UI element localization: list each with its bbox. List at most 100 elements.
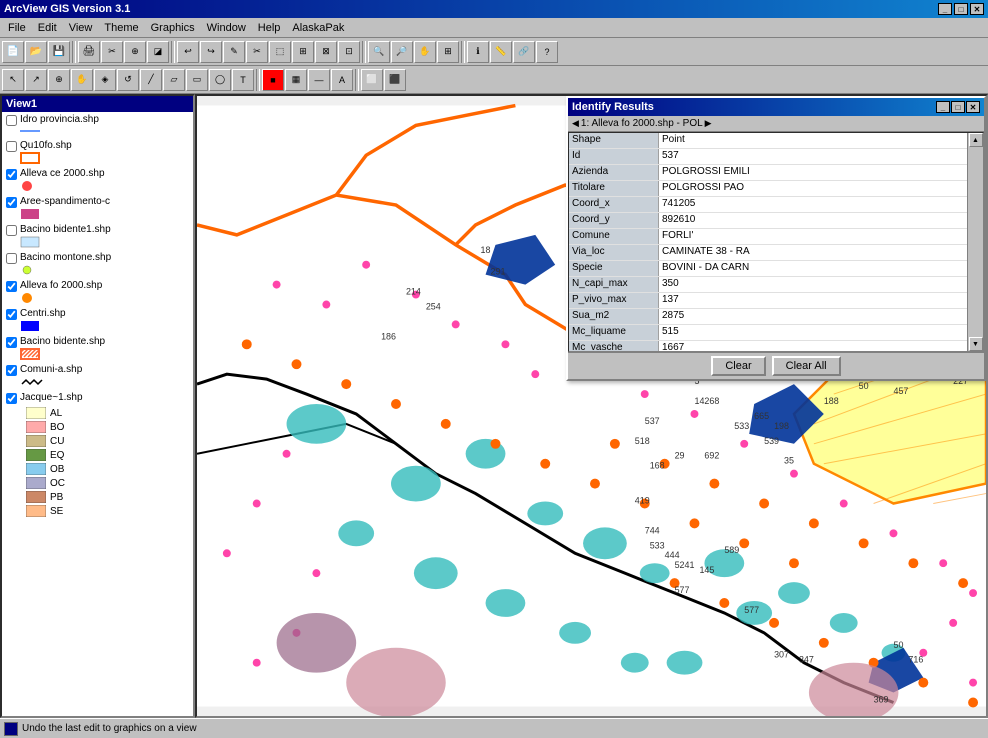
tool4[interactable]: ◪: [147, 41, 169, 63]
new-btn[interactable]: 📄: [2, 41, 24, 63]
pointer-btn[interactable]: ↗: [25, 69, 47, 91]
layer-checkbox-aree[interactable]: [6, 197, 17, 208]
save-btn[interactable]: 💾: [48, 41, 70, 63]
layer-checkbox-alleva-ce[interactable]: [6, 169, 17, 180]
tool8[interactable]: ✂: [246, 41, 268, 63]
layer-alleva-ce[interactable]: Alleva ce 2000.shp: [2, 166, 193, 194]
svg-text:539: 539: [764, 436, 779, 446]
menu-file[interactable]: File: [2, 21, 32, 35]
jacque-ob-label: OB: [50, 464, 64, 475]
svg-text:716: 716: [908, 655, 923, 665]
identify-minimize[interactable]: _: [936, 101, 950, 113]
clear-all-button[interactable]: Clear All: [772, 356, 841, 376]
menu-theme[interactable]: Theme: [98, 21, 144, 35]
layer-centri[interactable]: Centri.shp: [2, 306, 193, 334]
identify-maximize[interactable]: □: [951, 101, 965, 113]
svg-text:744: 744: [645, 525, 660, 535]
color-btn[interactable]: ■: [262, 69, 284, 91]
fill-btn[interactable]: ▦: [285, 69, 307, 91]
identify-btn[interactable]: ℹ: [467, 41, 489, 63]
map-area[interactable]: 18 291 214 254 186 3 720 5 335 5 14268 5…: [195, 94, 988, 718]
layer-qu10fo[interactable]: Qu10fo.shp: [2, 138, 193, 166]
tool7[interactable]: ✎: [223, 41, 245, 63]
tool12[interactable]: ⊡: [338, 41, 360, 63]
draw-poly-btn[interactable]: ▱: [163, 69, 185, 91]
app-title: ArcView GIS Version 3.1: [4, 3, 130, 15]
layer-checkbox-jacque[interactable]: [6, 393, 17, 404]
layer-aree-spandimento[interactable]: Aree-spandimento-c: [2, 194, 193, 222]
layer-checkbox-centri[interactable]: [6, 309, 17, 320]
svg-text:291: 291: [491, 267, 506, 277]
measure-btn[interactable]: 📏: [490, 41, 512, 63]
sep3: [362, 41, 366, 63]
view-title: View1: [2, 96, 193, 112]
tool3[interactable]: ⊕: [124, 41, 146, 63]
layer-bacino-bidente1[interactable]: Bacino bidente1.shp: [2, 222, 193, 250]
scroll-down[interactable]: ▼: [969, 337, 983, 351]
tool2[interactable]: ✂: [101, 41, 123, 63]
layer-comuni[interactable]: Comuni-a.shp: [2, 362, 193, 390]
print-btn[interactable]: 🖨: [78, 41, 100, 63]
query-btn[interactable]: ?: [536, 41, 558, 63]
layer-idro-provincia[interactable]: Idro provincia.shp: [2, 112, 193, 138]
identify-table-scroll[interactable]: Shape Point Id 537 Azienda POLGROSSI EMI…: [569, 133, 967, 351]
layer-checkbox-montone[interactable]: [6, 253, 17, 264]
tool11[interactable]: ⊠: [315, 41, 337, 63]
zoom2-btn[interactable]: ⊕: [48, 69, 70, 91]
vertex-btn[interactable]: ◈: [94, 69, 116, 91]
menu-graphics[interactable]: Graphics: [145, 21, 201, 35]
draw-circle-btn[interactable]: ◯: [209, 69, 231, 91]
menu-view[interactable]: View: [63, 21, 99, 35]
layer-checkbox-comuni[interactable]: [6, 365, 17, 376]
tool9[interactable]: ⬚: [269, 41, 291, 63]
sep5: [256, 69, 260, 91]
tool5[interactable]: ↩: [177, 41, 199, 63]
menu-window[interactable]: Window: [201, 21, 252, 35]
maximize-btn[interactable]: □: [954, 3, 968, 15]
layer-jacque[interactable]: Jacque~1.shp: [2, 390, 193, 406]
layer-checkbox-idro[interactable]: [6, 115, 17, 126]
scroll-up[interactable]: ▲: [969, 133, 983, 147]
font-btn[interactable]: A: [331, 69, 353, 91]
tool6[interactable]: ↪: [200, 41, 222, 63]
draw-line-btn[interactable]: ╱: [140, 69, 162, 91]
group-btn[interactable]: ⬜: [361, 69, 383, 91]
layer-alleva-fo[interactable]: Alleva fo 2000.shp: [2, 278, 193, 306]
tool10[interactable]: ⊞: [292, 41, 314, 63]
pan2-btn[interactable]: ✋: [71, 69, 93, 91]
select-btn[interactable]: ↖: [2, 69, 24, 91]
ungroup-btn[interactable]: ⬛: [384, 69, 406, 91]
layer-checkbox-alleva-fo[interactable]: [6, 281, 17, 292]
clear-button[interactable]: Clear: [711, 356, 765, 376]
zoom-out-btn[interactable]: 🔎: [391, 41, 413, 63]
scrollbar-right[interactable]: ▲ ▼: [967, 133, 983, 351]
hotlink-btn[interactable]: 🔗: [513, 41, 535, 63]
zoom-in-btn[interactable]: 🔍: [368, 41, 390, 63]
menu-alaskapak[interactable]: AlaskaPak: [286, 21, 350, 35]
svg-text:537: 537: [645, 416, 660, 426]
jacque-al-label: AL: [50, 408, 62, 419]
identify-close[interactable]: ✕: [966, 101, 980, 113]
toolbar-2: ↖ ↗ ⊕ ✋ ◈ ↺ ╱ ▱ ▭ ◯ T ■ ▦ — A ⬜ ⬛: [0, 66, 988, 94]
layer-checkbox-qu10fo[interactable]: [6, 141, 17, 152]
svg-text:692: 692: [704, 451, 719, 461]
menu-edit[interactable]: Edit: [32, 21, 63, 35]
line-width-btn[interactable]: —: [308, 69, 330, 91]
pan-btn[interactable]: ✋: [414, 41, 436, 63]
menu-help[interactable]: Help: [252, 21, 287, 35]
identify-window: Identify Results _ □ ✕ ◀ 1: Alleva fo 20…: [566, 96, 986, 381]
layer-checkbox-bacino1[interactable]: [6, 225, 17, 236]
close-btn[interactable]: ✕: [970, 3, 984, 15]
open-btn[interactable]: 📂: [25, 41, 47, 63]
svg-text:145: 145: [699, 565, 714, 575]
minimize-btn[interactable]: _: [938, 3, 952, 15]
text-btn[interactable]: T: [232, 69, 254, 91]
extent-btn[interactable]: ⊞: [437, 41, 459, 63]
rotate-btn[interactable]: ↺: [117, 69, 139, 91]
layer-bacino-bidente[interactable]: Bacino bidente.shp: [2, 334, 193, 362]
field-coord-y: Coord_y 892610: [569, 213, 967, 229]
layer-bacino-montone[interactable]: Bacino montone.shp: [2, 250, 193, 278]
draw-rect-btn[interactable]: ▭: [186, 69, 208, 91]
svg-text:665: 665: [754, 411, 769, 421]
layer-checkbox-bacino-bidente[interactable]: [6, 337, 17, 348]
